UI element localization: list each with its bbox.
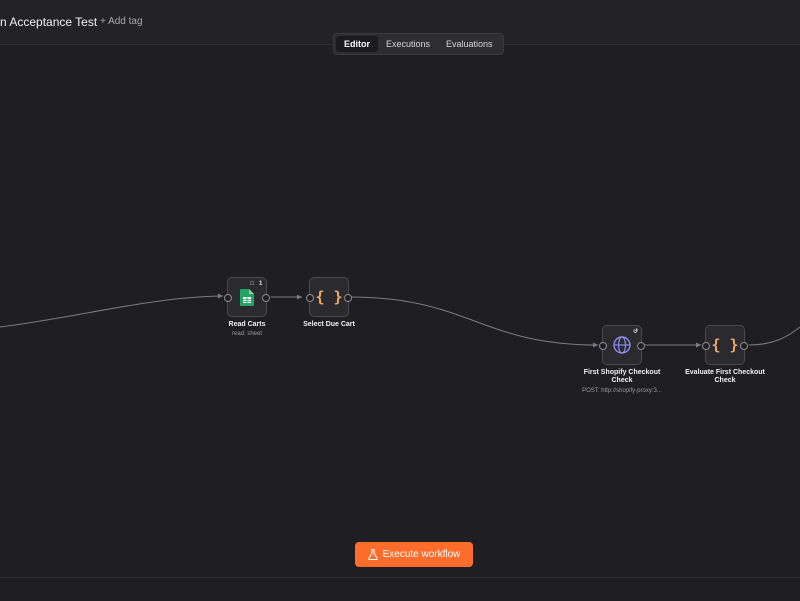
input-handle[interactable] (599, 342, 607, 350)
code-braces-icon: { } (315, 288, 343, 306)
add-tag-button[interactable]: + Add tag (100, 16, 143, 27)
connection-edge (748, 326, 800, 346)
connection-lines (0, 293, 800, 348)
workflow-canvas[interactable]: □ 1 Read Carts read: sheet { } Select Du… (0, 45, 800, 577)
refresh-icon: ↺ (633, 329, 639, 335)
node-label: Select Due Cart (303, 321, 355, 328)
input-handle[interactable] (306, 294, 314, 302)
item-count-badge: 1 (259, 281, 263, 287)
output-handle[interactable] (344, 294, 352, 302)
node-label: Evaluate First Checkout Check (685, 369, 765, 384)
output-handle[interactable] (637, 342, 645, 350)
code-braces-icon: { } (711, 336, 739, 354)
output-handle[interactable] (262, 294, 270, 302)
node-evaluate-first-checkout-check[interactable]: { } (702, 325, 748, 365)
node-select-due-cart[interactable]: { } (306, 277, 352, 317)
bottom-bar (0, 577, 800, 601)
pin-icon: □ (250, 281, 254, 287)
output-handle[interactable] (740, 342, 748, 350)
execute-workflow-label: Execute workflow (382, 549, 461, 560)
flask-icon (367, 549, 378, 560)
execute-workflow-button[interactable]: Execute workflow (355, 542, 473, 567)
node-read-carts[interactable]: □ 1 (224, 277, 270, 317)
connection-edge (348, 296, 599, 346)
arrowhead (593, 342, 598, 348)
node-subtitle: read: sheet (231, 331, 263, 337)
node-subtitle: POST: http://shopify-proxy:3... (582, 388, 662, 394)
node-first-shopify-checkout-check[interactable]: ↺ (599, 325, 645, 365)
input-handle[interactable] (702, 342, 710, 350)
input-handle[interactable] (224, 294, 232, 302)
node-label: First Shopify Checkout Check (583, 369, 661, 384)
arrowhead (218, 293, 223, 299)
arrowhead (696, 342, 701, 348)
workflow-title[interactable]: n Acceptance Test (0, 15, 97, 29)
arrowhead (297, 294, 302, 300)
node-label: Read Carts (228, 321, 266, 328)
connection-edge (0, 295, 224, 328)
